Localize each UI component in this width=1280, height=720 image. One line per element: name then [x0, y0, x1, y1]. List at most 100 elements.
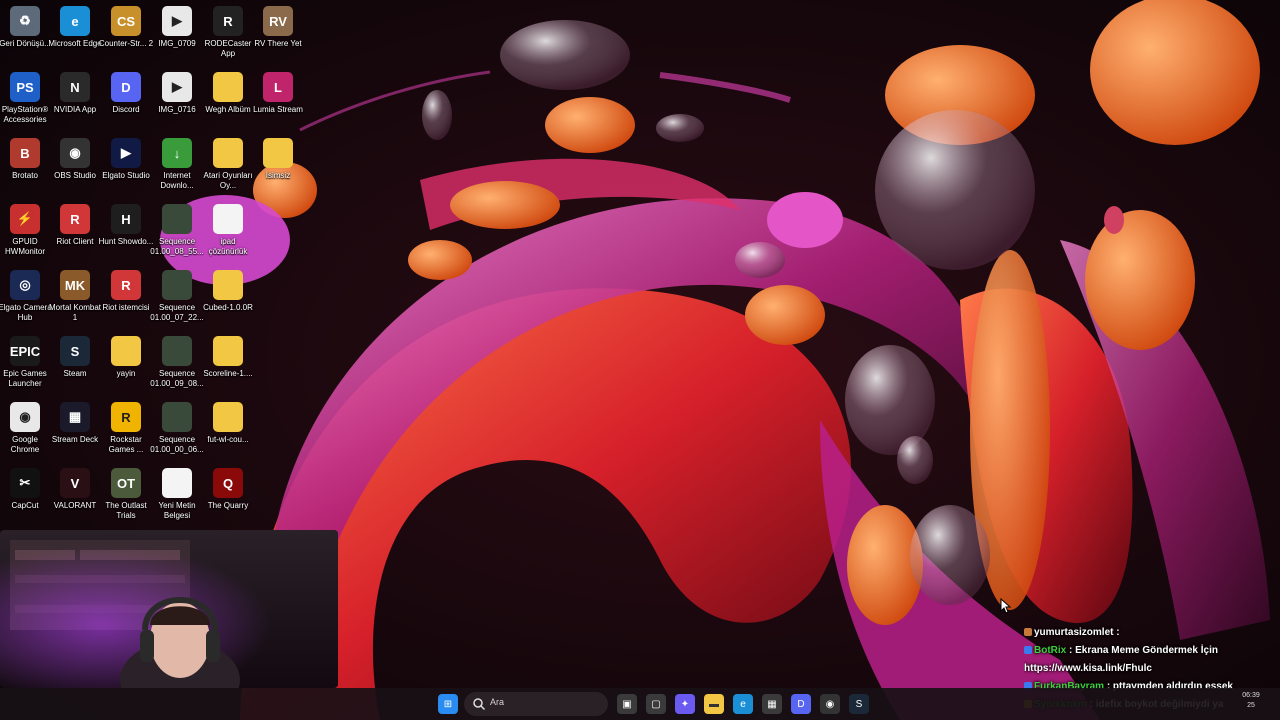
desktop-shortcut-label: fut-wl-cou...: [207, 435, 249, 444]
desktop-shortcut[interactable]: MK Mortal Kombat 1: [48, 266, 102, 330]
desktop-shortcut-label: İsimsiz: [265, 171, 291, 180]
desktop-shortcut[interactable]: ▶ IMG_0709: [152, 2, 202, 66]
riot-client-icon: R: [111, 270, 141, 300]
clock-date: 25: [1247, 702, 1255, 709]
desktop-shortcut[interactable]: PS PlayStation® Accessories: [0, 68, 50, 132]
desktop-shortcut-label: Geri Dönüşü...: [0, 39, 51, 48]
desktop-shortcut-label: The Outlast Trials: [105, 501, 147, 520]
desktop-shortcut[interactable]: R Rockstar Games ...: [101, 398, 151, 462]
desktop-shortcut[interactable]: ✂ CapCut: [0, 464, 50, 528]
desktop-shortcut[interactable]: V VALORANT: [50, 464, 100, 528]
desktop-shortcut[interactable]: fut-wl-cou...: [203, 398, 253, 462]
desktop-shortcut[interactable]: L Lumia Stream: [253, 68, 303, 132]
chat-text: :: [1116, 627, 1120, 638]
elgato-camera-hub-icon: ◎: [10, 270, 40, 300]
chat-badge-icon: [1024, 628, 1032, 636]
desktop-shortcut-label: Wegh Albüm: [205, 105, 251, 114]
desktop-shortcut[interactable]: ◉ OBS Studio: [50, 134, 100, 198]
task-view-icon[interactable]: ▢: [646, 694, 666, 714]
desktop-shortcut-label: Lumia Stream: [253, 105, 303, 114]
rockstar-icon: R: [111, 402, 141, 432]
microsoft-store-icon[interactable]: ▦: [762, 694, 782, 714]
desktop-shortcut-label: RODECaster App: [204, 39, 252, 58]
desktop-shortcut[interactable]: Sequence 01.00_09_08...: [150, 332, 204, 396]
desktop-shortcut-label: Mortal Kombat 1: [48, 303, 102, 322]
desktop-shortcut-label: IMG_0716: [158, 105, 196, 114]
desktop-shortcut[interactable]: ♻ Geri Dönüşü...: [0, 2, 51, 66]
desktop-shortcut[interactable]: ↓ Internet Downlo...: [152, 134, 202, 198]
desktop-shortcut[interactable]: ▶ Elgato Studio: [101, 134, 151, 198]
file-explorer-icon[interactable]: ▬: [704, 694, 724, 714]
desktop-shortcut[interactable]: Wegh Albüm: [203, 68, 253, 132]
desktop-shortcut[interactable]: N NVIDIA App: [50, 68, 100, 132]
desktop-shortcut[interactable]: D Discord: [101, 68, 151, 132]
desktop-shortcut-label: ipad çözünürlük: [208, 237, 248, 256]
desktop-shortcut[interactable]: ◉ Google Chrome: [0, 398, 50, 462]
chat-username: yumurtasizomlet: [1034, 627, 1114, 638]
nvidia-icon: N: [60, 72, 90, 102]
desktop-shortcut-label: Sequence 01.00_09_08...: [150, 369, 204, 388]
desktop-shortcut-label: OBS Studio: [54, 171, 96, 180]
desktop-shortcut[interactable]: Sequence 01.00_00_06...: [150, 398, 204, 462]
elgato-studio-icon: ▶: [111, 138, 141, 168]
outlast-icon: OT: [111, 468, 141, 498]
obs-icon[interactable]: ◉: [820, 694, 840, 714]
desktop-shortcut[interactable]: ipad çözünürlük: [203, 200, 253, 264]
taskbar-search-box[interactable]: Ara: [464, 692, 608, 716]
video-thumbnail-icon: [162, 270, 192, 300]
desktop-shortcut[interactable]: Sequence 01.00_07_22...: [150, 266, 204, 330]
chat-text: https://www.kisa.link/Fhulc: [1024, 663, 1152, 674]
desktop-shortcut[interactable]: OT The Outlast Trials: [101, 464, 151, 528]
desktop-shortcut[interactable]: S Steam: [50, 332, 100, 396]
desktop-shortcut-label: Cubed-1.0.0R: [203, 303, 253, 312]
desktop-shortcut[interactable]: R Riot istemcisi: [101, 266, 151, 330]
desktop-shortcut[interactable]: ◎ Elgato Camera Hub: [0, 266, 52, 330]
copilot-icon[interactable]: ✦: [675, 694, 695, 714]
desktop-shortcut[interactable]: EPIC Epic Games Launcher: [0, 332, 50, 396]
desktop-shortcut-label: IMG_0709: [158, 39, 196, 48]
desktop-shortcut[interactable]: Cubed-1.0.0R: [203, 266, 253, 330]
desktop-shortcut[interactable]: H Hunt Showdo...: [98, 200, 154, 264]
desktop-shortcut[interactable]: Yeni Metin Belgesi: [152, 464, 202, 528]
lumia-stream-icon: L: [263, 72, 293, 102]
desktop-shortcut[interactable]: CS Counter-Str... 2: [99, 2, 153, 66]
cs2-icon: CS: [111, 6, 141, 36]
desktop-shortcut-label: Hunt Showdo...: [98, 237, 154, 246]
desktop-shortcut-label: CapCut: [11, 501, 39, 510]
start-icon[interactable]: ⊞: [438, 694, 458, 714]
desktop-shortcut[interactable]: ⚡ GPUID HWMonitor: [0, 200, 50, 264]
desktop-shortcut[interactable]: ▶ IMG_0716: [152, 68, 202, 132]
desktop-shortcut-label: Rockstar Games ...: [108, 435, 144, 454]
desktop-shortcut[interactable]: Scoreline-1....: [203, 332, 253, 396]
widgets-icon[interactable]: ▣: [617, 694, 637, 714]
hunt-showdown-icon: H: [111, 204, 141, 234]
desktop-shortcut-label: Discord: [112, 105, 140, 114]
chat-message: BotRix : Ekrana Meme Göndermek İçin: [1024, 642, 1280, 660]
desktop-shortcut[interactable]: yayin: [101, 332, 151, 396]
text-file-icon: [213, 204, 243, 234]
discord-icon: D: [111, 72, 141, 102]
steam-icon: S: [60, 336, 90, 366]
desktop-shortcut[interactable]: İsimsiz: [253, 134, 303, 198]
desktop-shortcut[interactable]: Sequence 01.00_08_55...: [150, 200, 204, 264]
search-placeholder: Ara: [490, 697, 505, 707]
desktop-shortcut-label: Elgato Camera Hub: [0, 303, 52, 322]
desktop-shortcut[interactable]: Q The Quarry: [203, 464, 253, 528]
folder-icon: [213, 336, 243, 366]
desktop-shortcut[interactable]: R RODECaster App: [203, 2, 253, 66]
desktop-shortcut[interactable]: e Microsoft Edge: [48, 2, 102, 66]
steam-icon[interactable]: S: [849, 694, 869, 714]
desktop-shortcut[interactable]: ▦ Stream Deck: [50, 398, 100, 462]
chat-message: yumurtasizomlet :: [1024, 624, 1280, 642]
discord-icon[interactable]: D: [791, 694, 811, 714]
chat-message: https://www.kisa.link/Fhulc: [1024, 660, 1280, 678]
desktop-shortcut[interactable]: R Riot Client: [50, 200, 100, 264]
desktop-shortcut-label: Yeni Metin Belgesi: [158, 501, 196, 520]
system-clock[interactable]: 06:39 25: [1226, 691, 1276, 711]
desktop-shortcut[interactable]: RV RV There Yet: [253, 2, 303, 66]
desktop-shortcut[interactable]: B Brotato: [0, 134, 50, 198]
chat-text: : Ekrana Meme Göndermek İçin: [1069, 645, 1218, 656]
desktop-shortcut-label: yayin: [116, 369, 136, 378]
edge-icon[interactable]: e: [733, 694, 753, 714]
desktop-shortcut[interactable]: Atari Oyunları Oy...: [203, 134, 253, 198]
